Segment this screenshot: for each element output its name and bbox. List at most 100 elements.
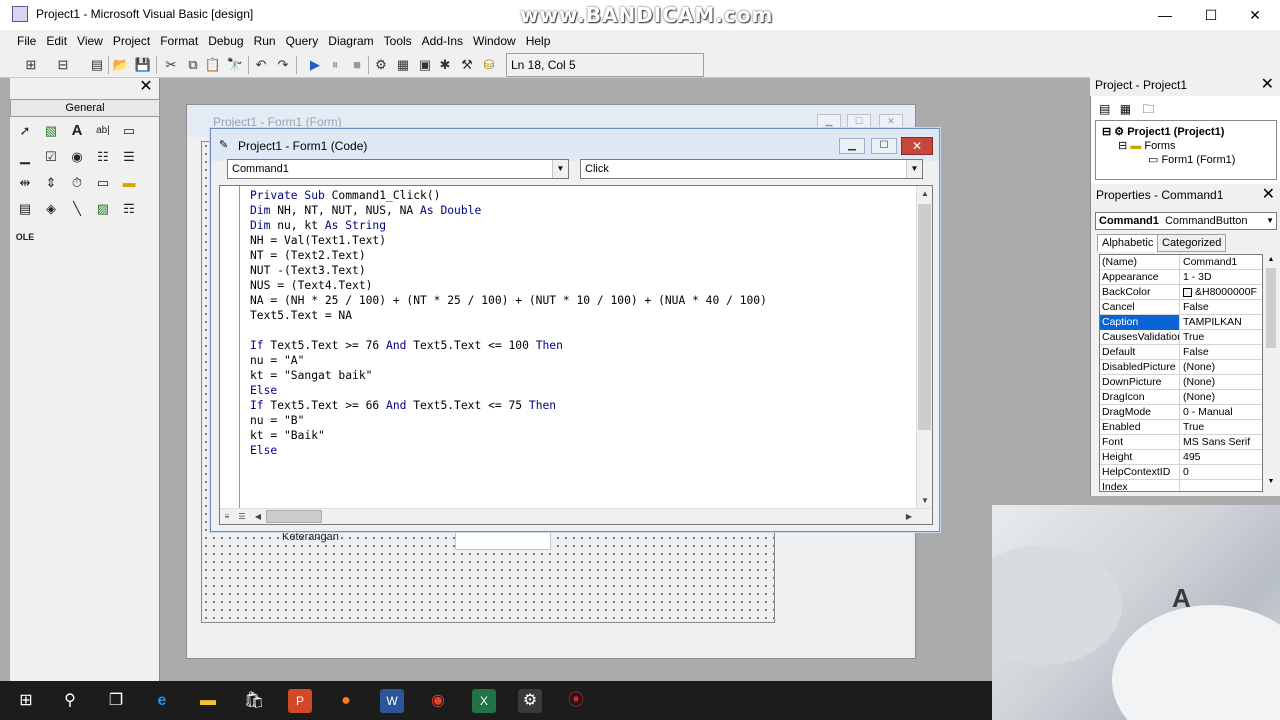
vscrollbar-tool-icon[interactable]: ⇕: [40, 172, 62, 194]
code-line[interactable]: Else: [250, 443, 767, 458]
code-line[interactable]: Else: [250, 383, 767, 398]
scroll-down-icon[interactable]: ▼: [1266, 478, 1276, 488]
bandicam-record-icon[interactable]: ⦿: [564, 689, 588, 713]
properties-scrollbar[interactable]: ▲ ▼: [1265, 254, 1277, 492]
property-value[interactable]: MS Sans Serif: [1181, 435, 1262, 449]
property-value[interactable]: False: [1181, 345, 1262, 359]
property-row[interactable]: Default False: [1100, 345, 1262, 360]
scroll-up-icon[interactable]: ▲: [918, 187, 932, 201]
cut-icon[interactable]: ✂: [162, 56, 180, 74]
filelistbox-tool-icon[interactable]: ▤: [14, 198, 36, 220]
code-line[interactable]: If Text5.Text >= 76 And Text5.Text <= 10…: [250, 338, 767, 353]
dirlistbox-tool-icon[interactable]: ▬: [118, 172, 140, 194]
scroll-left-icon[interactable]: ◀: [251, 510, 265, 524]
procedure-combo[interactable]: Click ▼: [580, 159, 923, 179]
hscrollbar-tool-icon[interactable]: ⇹: [14, 172, 36, 194]
code-line[interactable]: NT = (Text2.Text): [250, 248, 767, 263]
menu-view[interactable]: View: [72, 30, 108, 52]
code-minimize-icon[interactable]: ▁: [839, 138, 865, 154]
full-module-view-icon[interactable]: ☰: [235, 510, 249, 524]
property-value[interactable]: TAMPILKAN: [1181, 315, 1262, 329]
code-maximize-icon[interactable]: ☐: [871, 138, 897, 154]
property-value[interactable]: 1 - 3D: [1181, 270, 1262, 284]
textbox-tool-icon[interactable]: ab|: [92, 120, 114, 142]
property-value[interactable]: True: [1181, 420, 1262, 434]
code-editor[interactable]: Private Sub Command1_Click() Dim NH, NT, …: [219, 185, 933, 525]
listbox-tool-icon[interactable]: ☰: [118, 146, 140, 168]
undo-icon[interactable]: ↶: [252, 56, 270, 74]
menu-run[interactable]: Run: [249, 30, 281, 52]
drivelistbox-tool-icon[interactable]: ▭: [92, 172, 114, 194]
code-window[interactable]: ✎ Project1 - Form1 (Code) ▁ ☐ ✕ Command1…: [210, 128, 940, 532]
code-line[interactable]: kt = "Baik": [250, 428, 767, 443]
property-row[interactable]: Font MS Sans Serif: [1100, 435, 1262, 450]
optionbutton-tool-icon[interactable]: ◉: [66, 146, 88, 168]
menu-diagram[interactable]: Diagram: [323, 30, 378, 52]
property-row[interactable]: CausesValidation True: [1100, 330, 1262, 345]
tab-alphabetic[interactable]: Alphabetic: [1097, 234, 1159, 252]
menu-format[interactable]: Format: [155, 30, 203, 52]
code-line[interactable]: nu = "B": [250, 413, 767, 428]
code-line[interactable]: Dim nu, kt As String: [250, 218, 767, 233]
chrome-icon[interactable]: ◉: [426, 689, 450, 713]
maximize-button[interactable]: ☐: [1188, 0, 1234, 30]
menu-window[interactable]: Window: [468, 30, 521, 52]
form-minimize-icon[interactable]: ▁: [817, 114, 841, 128]
toolbox-tab-general[interactable]: General: [10, 99, 160, 117]
paste-icon[interactable]: 📋: [204, 56, 222, 74]
code-line[interactable]: kt = "Sangat baik": [250, 368, 767, 383]
code-vertical-scrollbar[interactable]: ▲ ▼: [916, 186, 932, 510]
edge-icon[interactable]: e: [150, 689, 174, 713]
file-explorer-icon[interactable]: ▬: [196, 689, 220, 713]
code-line[interactable]: [250, 323, 767, 338]
toolbox-icon[interactable]: ⚒: [458, 56, 476, 74]
form-close-icon[interactable]: ✕: [879, 114, 903, 128]
excel-icon[interactable]: X: [472, 689, 496, 713]
property-row[interactable]: Height 495: [1100, 450, 1262, 465]
chevron-down-icon[interactable]: ▼: [552, 160, 568, 178]
combobox-tool-icon[interactable]: ☷: [92, 146, 114, 168]
menu-debug[interactable]: Debug: [203, 30, 248, 52]
tree-forms-folder[interactable]: ⊟ ▬ Forms: [1118, 139, 1176, 152]
form-layout-icon[interactable]: ▣: [416, 56, 434, 74]
property-value[interactable]: False: [1181, 300, 1262, 314]
properties-panel-close-icon[interactable]: ✕: [1262, 186, 1275, 204]
menu-add-ins[interactable]: Add-Ins: [417, 30, 468, 52]
procedure-view-icon[interactable]: ≡: [220, 510, 234, 524]
store-icon[interactable]: 🛍: [242, 689, 266, 713]
data-view-icon[interactable]: ⛁: [480, 56, 498, 74]
scroll-right-icon[interactable]: ▶: [902, 510, 916, 524]
line-tool-icon[interactable]: ╲: [66, 198, 88, 220]
frame-tool-icon[interactable]: ▭: [118, 120, 140, 142]
property-value[interactable]: (None): [1181, 360, 1262, 374]
code-line[interactable]: NUT -(Text3.Text): [250, 263, 767, 278]
label-tool-icon[interactable]: A: [66, 120, 88, 142]
property-row[interactable]: DragMode 0 - Manual: [1100, 405, 1262, 420]
timer-tool-icon[interactable]: ⏱: [66, 172, 88, 194]
property-row[interactable]: Enabled True: [1100, 420, 1262, 435]
property-row[interactable]: DragIcon (None): [1100, 390, 1262, 405]
code-line[interactable]: If Text5.Text >= 66 And Text5.Text <= 75…: [250, 398, 767, 413]
checkbox-tool-icon[interactable]: ☑: [40, 146, 62, 168]
powerpoint-icon[interactable]: P: [288, 689, 312, 713]
tree-form1[interactable]: ▭ Form1 (Form1): [1148, 153, 1235, 166]
object-browser-icon[interactable]: ✱: [436, 56, 454, 74]
project-explorer-icon[interactable]: ⚙: [372, 56, 390, 74]
property-value[interactable]: (None): [1181, 375, 1262, 389]
copy-icon[interactable]: ⧉: [184, 56, 202, 74]
image-tool-icon[interactable]: ▨: [92, 198, 114, 220]
ole-tool-icon[interactable]: OLE: [14, 226, 36, 248]
commandbutton-tool-icon[interactable]: ▁: [14, 146, 36, 168]
firefox-icon[interactable]: ●: [334, 689, 358, 713]
scroll-down-icon[interactable]: ▼: [918, 494, 932, 508]
open-project-icon[interactable]: 📂: [112, 56, 130, 74]
shape-tool-icon[interactable]: ◈: [40, 198, 62, 220]
break-icon[interactable]: ⏸: [326, 56, 344, 74]
property-value[interactable]: Command1: [1181, 255, 1262, 269]
menu-query[interactable]: Query: [281, 30, 324, 52]
menu-editor-icon[interactable]: ▤: [88, 56, 106, 74]
find-icon[interactable]: 🔭: [226, 56, 244, 74]
redo-icon[interactable]: ↷: [274, 56, 292, 74]
tab-categorized[interactable]: Categorized: [1157, 234, 1227, 252]
scroll-up-icon[interactable]: ▲: [1266, 256, 1276, 266]
